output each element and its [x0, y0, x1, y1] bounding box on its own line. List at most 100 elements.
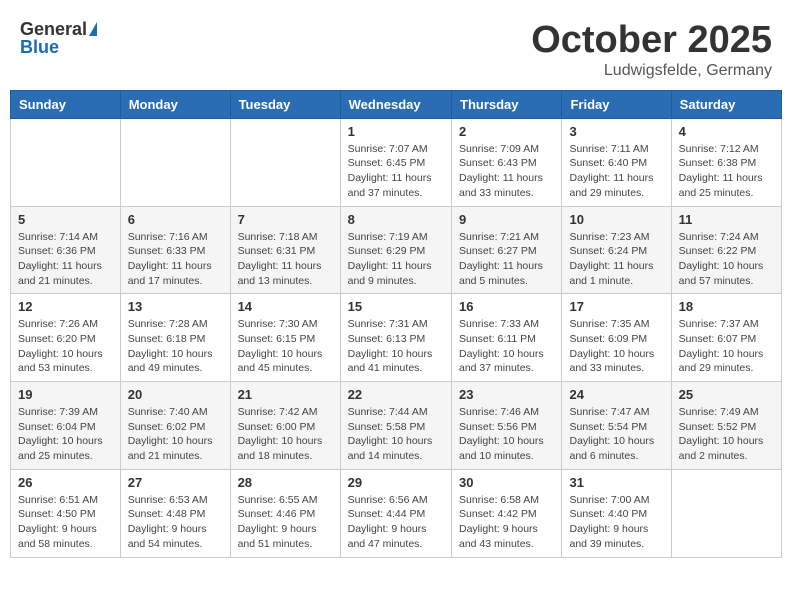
day-info: Sunrise: 7:46 AMSunset: 5:56 PMDaylight:… — [459, 405, 554, 464]
day-info: Sunrise: 7:23 AMSunset: 6:24 PMDaylight:… — [569, 230, 663, 289]
calendar-day-cell: 1Sunrise: 7:07 AMSunset: 6:45 PMDaylight… — [340, 118, 451, 206]
calendar-day-cell — [230, 118, 340, 206]
calendar-day-cell: 7 Sunrise: 7:18 AMSunset: 6:31 PMDaylight… — [230, 206, 340, 294]
day-number: 26 — [18, 475, 113, 490]
calendar-day-cell: 3 Sunrise: 7:11 AMSunset: 6:40 PMDaylight… — [562, 118, 671, 206]
day-number: 29 — [348, 475, 444, 490]
day-number: 13 — [128, 299, 223, 314]
calendar-day-cell — [11, 118, 121, 206]
calendar-day-cell: 5 Sunrise: 7:14 AMSunset: 6:36 PMDaylight… — [11, 206, 121, 294]
day-info: Sunrise: 7:12 AMSunset: 6:38 PMDaylight:… — [679, 142, 774, 201]
day-of-week-wednesday: Wednesday — [340, 90, 451, 118]
day-info: Sunrise: 7:16 AMSunset: 6:33 PMDaylight:… — [128, 230, 223, 289]
title-block: October 2025 Ludwigsfelde, Germany — [531, 20, 772, 80]
logo-triangle-icon — [89, 22, 97, 36]
day-of-week-saturday: Saturday — [671, 90, 781, 118]
day-number: 15 — [348, 299, 444, 314]
calendar-day-cell: 8Sunrise: 7:19 AMSunset: 6:29 PMDaylight… — [340, 206, 451, 294]
day-info: Sunrise: 7:26 AMSunset: 6:20 PMDaylight:… — [18, 317, 113, 376]
calendar-week-row: 5 Sunrise: 7:14 AMSunset: 6:36 PMDaylight… — [11, 206, 782, 294]
calendar-day-cell: 15 Sunrise: 7:31 AMSunset: 6:13 PMDayligh… — [340, 294, 451, 382]
day-number: 5 — [18, 212, 113, 227]
day-info: Sunrise: 7:39 AMSunset: 6:04 PMDaylight:… — [18, 405, 113, 464]
day-of-week-monday: Monday — [120, 90, 230, 118]
day-number: 6 — [128, 212, 223, 227]
day-info: Sunrise: 7:49 AMSunset: 5:52 PMDaylight:… — [679, 405, 774, 464]
calendar-day-cell: 27 Sunrise: 6:53 AMSunset: 4:48 PMDayligh… — [120, 469, 230, 557]
day-of-week-tuesday: Tuesday — [230, 90, 340, 118]
logo: General Blue — [20, 20, 97, 56]
day-info: Sunrise: 7:31 AMSunset: 6:13 PMDaylight:… — [348, 317, 444, 376]
day-of-week-friday: Friday — [562, 90, 671, 118]
day-info: Sunrise: 7:28 AMSunset: 6:18 PMDaylight:… — [128, 317, 223, 376]
calendar-day-cell: 26 Sunrise: 6:51 AMSunset: 4:50 PMDayligh… — [11, 469, 121, 557]
day-info: Sunrise: 7:30 AMSunset: 6:15 PMDaylight:… — [238, 317, 333, 376]
day-number: 24 — [569, 387, 663, 402]
calendar-day-cell: 4 Sunrise: 7:12 AMSunset: 6:38 PMDaylight… — [671, 118, 781, 206]
day-number: 16 — [459, 299, 554, 314]
calendar-day-cell: 16 Sunrise: 7:33 AMSunset: 6:11 PMDayligh… — [452, 294, 562, 382]
calendar-day-cell: 19 Sunrise: 7:39 AMSunset: 6:04 PMDayligh… — [11, 382, 121, 470]
calendar-header-row: SundayMondayTuesdayWednesdayThursdayFrid… — [11, 90, 782, 118]
day-info: Sunrise: 7:40 AMSunset: 6:02 PMDaylight:… — [128, 405, 223, 464]
day-number: 10 — [569, 212, 663, 227]
calendar-week-row: 19 Sunrise: 7:39 AMSunset: 6:04 PMDayligh… — [11, 382, 782, 470]
day-number: 25 — [679, 387, 774, 402]
calendar-day-cell: 2 Sunrise: 7:09 AMSunset: 6:43 PMDaylight… — [452, 118, 562, 206]
calendar-day-cell: 10 Sunrise: 7:23 AMSunset: 6:24 PMDayligh… — [562, 206, 671, 294]
calendar-day-cell: 24 Sunrise: 7:47 AMSunset: 5:54 PMDayligh… — [562, 382, 671, 470]
day-info: Sunrise: 7:11 AMSunset: 6:40 PMDaylight:… — [569, 142, 663, 201]
day-number: 18 — [679, 299, 774, 314]
day-number: 30 — [459, 475, 554, 490]
calendar-day-cell: 17Sunrise: 7:35 AMSunset: 6:09 PMDayligh… — [562, 294, 671, 382]
day-info: Sunrise: 6:55 AMSunset: 4:46 PMDaylight:… — [238, 493, 333, 552]
day-info: Sunrise: 7:37 AMSunset: 6:07 PMDaylight:… — [679, 317, 774, 376]
calendar-day-cell: 18 Sunrise: 7:37 AMSunset: 6:07 PMDayligh… — [671, 294, 781, 382]
day-info: Sunrise: 6:58 AMSunset: 4:42 PMDaylight:… — [459, 493, 554, 552]
day-number: 23 — [459, 387, 554, 402]
day-info: Sunrise: 7:33 AMSunset: 6:11 PMDaylight:… — [459, 317, 554, 376]
calendar-day-cell: 30 Sunrise: 6:58 AMSunset: 4:42 PMDayligh… — [452, 469, 562, 557]
page-header: General Blue October 2025 Ludwigsfelde, … — [10, 10, 782, 85]
day-info: Sunrise: 7:24 AMSunset: 6:22 PMDaylight:… — [679, 230, 774, 289]
day-info: Sunrise: 7:00 AMSunset: 4:40 PMDaylight:… — [569, 493, 663, 552]
day-number: 12 — [18, 299, 113, 314]
day-info: Sunrise: 6:53 AMSunset: 4:48 PMDaylight:… — [128, 493, 223, 552]
day-info: Sunrise: 6:51 AMSunset: 4:50 PMDaylight:… — [18, 493, 113, 552]
day-number: 3 — [569, 124, 663, 139]
day-number: 27 — [128, 475, 223, 490]
calendar-day-cell: 21Sunrise: 7:42 AMSunset: 6:00 PMDayligh… — [230, 382, 340, 470]
day-number: 22 — [348, 387, 444, 402]
day-number: 4 — [679, 124, 774, 139]
day-number: 11 — [679, 212, 774, 227]
day-number: 2 — [459, 124, 554, 139]
day-number: 19 — [18, 387, 113, 402]
calendar-day-cell: 14 Sunrise: 7:30 AMSunset: 6:15 PMDayligh… — [230, 294, 340, 382]
day-number: 14 — [238, 299, 333, 314]
location-title: Ludwigsfelde, Germany — [531, 62, 772, 80]
calendar-day-cell: 20Sunrise: 7:40 AMSunset: 6:02 PMDayligh… — [120, 382, 230, 470]
day-info: Sunrise: 7:44 AMSunset: 5:58 PMDaylight:… — [348, 405, 444, 464]
day-number: 7 — [238, 212, 333, 227]
day-info: Sunrise: 7:21 AMSunset: 6:27 PMDaylight:… — [459, 230, 554, 289]
day-info: Sunrise: 7:18 AMSunset: 6:31 PMDaylight:… — [238, 230, 333, 289]
day-number: 21 — [238, 387, 333, 402]
day-info: Sunrise: 7:14 AMSunset: 6:36 PMDaylight:… — [18, 230, 113, 289]
calendar-week-row: 1Sunrise: 7:07 AMSunset: 6:45 PMDaylight… — [11, 118, 782, 206]
calendar-day-cell: 29Sunrise: 6:56 AMSunset: 4:44 PMDayligh… — [340, 469, 451, 557]
day-of-week-thursday: Thursday — [452, 90, 562, 118]
day-of-week-sunday: Sunday — [11, 90, 121, 118]
logo-blue-text: Blue — [20, 38, 59, 56]
calendar-day-cell: 13 Sunrise: 7:28 AMSunset: 6:18 PMDayligh… — [120, 294, 230, 382]
calendar-table: SundayMondayTuesdayWednesdayThursdayFrid… — [10, 90, 782, 558]
logo-general-text: General — [20, 20, 87, 38]
day-number: 28 — [238, 475, 333, 490]
day-info: Sunrise: 7:47 AMSunset: 5:54 PMDaylight:… — [569, 405, 663, 464]
calendar-day-cell — [120, 118, 230, 206]
calendar-day-cell: 23 Sunrise: 7:46 AMSunset: 5:56 PMDayligh… — [452, 382, 562, 470]
calendar-week-row: 26 Sunrise: 6:51 AMSunset: 4:50 PMDayligh… — [11, 469, 782, 557]
calendar-day-cell: 25 Sunrise: 7:49 AMSunset: 5:52 PMDayligh… — [671, 382, 781, 470]
day-number: 9 — [459, 212, 554, 227]
day-info: Sunrise: 7:07 AMSunset: 6:45 PMDaylight:… — [348, 142, 444, 201]
day-info: Sunrise: 7:09 AMSunset: 6:43 PMDaylight:… — [459, 142, 554, 201]
